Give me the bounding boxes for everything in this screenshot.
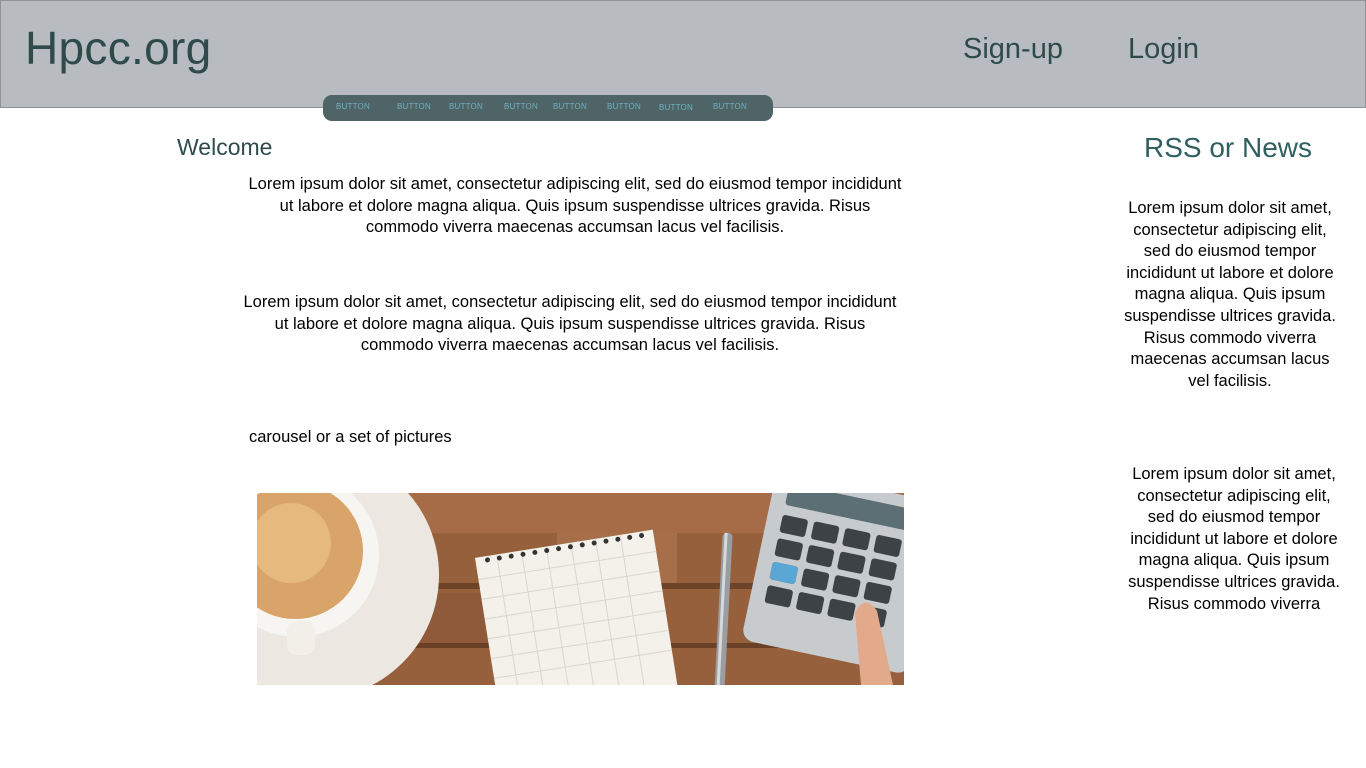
rss-news-title: RSS or News [1143,132,1313,163]
toolbar-button-2[interactable]: BUTTON [397,102,431,111]
toolbar-button-5[interactable]: BUTTON [553,102,587,111]
welcome-heading: Welcome [177,134,273,160]
toolbar-button-3[interactable]: BUTTON [449,102,483,111]
toolbar-button-4[interactable]: BUTTON [504,102,538,111]
news-item-1: Lorem ipsum dolor sit amet, consectetur … [1124,199,1336,390]
site-header: Hpcc.org Sign-up Login [0,0,1366,108]
signup-link[interactable]: Sign-up [963,33,1063,66]
toolbar-button-8[interactable]: BUTTON [713,102,747,111]
news-item-2: Lorem ipsum dolor sit amet, consectetur … [1128,465,1340,613]
toolbar-button-1[interactable]: BUTTON [336,102,370,111]
desk-photo-illustration [257,493,904,685]
toolbar-button-7[interactable]: BUTTON [659,103,693,112]
carousel-label: carousel or a set of pictures [249,428,452,446]
site-logo[interactable]: Hpcc.org [25,21,211,75]
carousel-image[interactable] [257,493,904,685]
intro-paragraph-2: Lorem ipsum dolor sit amet, consectetur … [243,293,897,354]
intro-paragraph-1: Lorem ipsum dolor sit amet, consectetur … [248,175,902,236]
login-link[interactable]: Login [1128,33,1199,66]
toolbar-button-6[interactable]: BUTTON [607,102,641,111]
button-toolbar: BUTTON BUTTON BUTTON BUTTON BUTTON BUTTO… [323,95,773,121]
